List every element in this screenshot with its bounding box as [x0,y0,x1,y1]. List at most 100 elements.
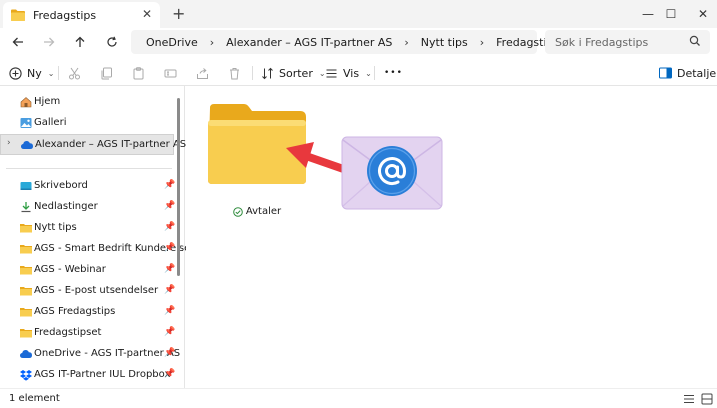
pin-icon[interactable]: 📌 [164,264,175,274]
sidebar-item-alexander[interactable]: › Alexander – AGS IT-partner AS [0,134,186,155]
search-input[interactable]: Søk i Fredagstips [555,36,648,49]
view-button[interactable]: Vis ⌄ [325,64,372,82]
up-button[interactable] [69,32,91,52]
refresh-button[interactable] [101,32,123,52]
tab-title: Fredagstips [33,8,97,22]
share-button[interactable] [196,64,209,82]
sidebar-item-nedlastinger[interactable]: Nedlastinger 📌 [0,197,175,218]
tab-fredagstips[interactable]: Fredagstips ✕ [3,2,160,28]
refresh-icon [107,36,117,47]
chevron-down-icon: ⌄ [47,68,55,78]
sidebar-divider [6,168,172,169]
copy-button[interactable] [100,64,113,82]
sidebar-item-dropbox[interactable]: AGS IT-Partner IUL Dropbox 📌 [0,365,175,386]
folder-icon [20,224,32,233]
new-tab-button[interactable]: + [172,4,185,23]
new-button[interactable]: Ny ⌄ [9,64,54,82]
folder-label: Avtaler [206,206,308,217]
pin-icon[interactable]: 📌 [164,222,175,232]
download-icon [21,202,31,213]
search-box[interactable]: Søk i Fredagstips [545,30,710,54]
title-bar: Fredagstips ✕ + — ☐ ✕ [0,0,717,28]
trash-icon [230,67,239,79]
breadcrumb-alexander[interactable]: Alexander – AGS IT-partner AS [226,36,392,49]
sidebar-item-webinar[interactable]: AGS - Webinar 📌 [0,260,175,281]
sidebar-item-galleri[interactable]: Galleri [0,113,174,134]
paste-button[interactable] [132,64,145,82]
onedrive-cloud-icon [20,350,32,358]
rename-icon [164,69,177,77]
synced-check-icon [233,206,243,217]
folder-icon [20,329,32,338]
view-lines-icon [326,69,337,77]
toolbar-divider [252,66,253,80]
onedrive-cloud-icon [21,141,33,149]
delete-button[interactable] [228,64,241,82]
sidebar-item-onedrive-ags[interactable]: OneDrive - AGS IT-partner AS 📌 [0,344,180,365]
scissors-icon [69,67,80,79]
item-count: 1 element [9,393,60,404]
sidebar-item-smart-bedrift[interactable]: AGS - Smart Bedrift Kundereisen 📌 [0,239,197,260]
chevron-right-icon: › [404,35,409,49]
sidebar-item-ags-fredagstips[interactable]: AGS Fredagstips 📌 [0,302,175,323]
sidebar-item-skrivebord[interactable]: Skrivebord 📌 [0,176,175,197]
folder-icon [20,287,32,296]
sort-label: Sorter [279,66,313,80]
breadcrumb[interactable]: OneDrive › Alexander – AGS IT-partner AS… [131,30,576,54]
email-envelope-icon [341,136,443,210]
more-options-button[interactable]: ••• [384,64,403,82]
command-bar: Ny ⌄ Sorter ⌄ Vis ⌄ ••• Detaljer [0,60,717,86]
sidebar-item-fredagstipset[interactable]: Fredagstipset 📌 [0,323,175,344]
view-label: Vis [343,66,360,80]
rename-button[interactable] [164,64,177,82]
folder-icon [20,266,32,275]
sort-icon [262,67,273,79]
pin-icon[interactable]: 📌 [164,201,175,211]
gallery-icon [20,118,32,128]
sidebar-item-e-post[interactable]: AGS - E-post utsendelser 📌 [0,281,175,302]
chevron-right-icon[interactable]: › [7,138,11,148]
close-tab-icon[interactable]: ✕ [142,7,152,21]
file-list: Avtaler [186,86,717,388]
folder-icon [20,245,32,254]
details-button[interactable]: Detaljer [659,64,717,82]
sidebar-scrollbar[interactable] [177,98,180,276]
pin-icon[interactable]: 📌 [164,243,175,253]
chevron-right-icon: › [479,35,485,49]
folder-name[interactable]: Avtaler [246,206,281,217]
back-button[interactable] [7,32,29,52]
pin-icon[interactable]: 📌 [164,348,175,358]
close-window-button[interactable]: ✕ [680,0,717,28]
sidebar-item-nytt-tips[interactable]: Nytt tips 📌 [0,218,175,239]
share-icon [197,67,208,79]
sort-button[interactable]: Sorter ⌄ [261,64,326,82]
tiles-view-icon[interactable] [701,393,713,405]
toolbar-divider [374,66,375,80]
folder-icon [20,308,32,317]
list-view-icon[interactable] [683,393,695,405]
paste-icon [133,66,144,79]
status-bar: 1 element [0,388,717,408]
address-bar: OneDrive › Alexander – AGS IT-partner AS… [0,28,717,56]
toolbar-divider [58,66,59,80]
details-label: Detaljer [677,66,717,80]
forward-button[interactable] [38,32,60,52]
pin-icon[interactable]: 📌 [164,327,175,337]
dropbox-icon [20,370,32,381]
new-label: Ny [27,66,42,80]
navigation-pane: Hjem Galleri › Alexander – AGS IT-partne… [0,86,197,388]
pin-icon[interactable]: 📌 [164,369,175,379]
pin-icon[interactable]: 📌 [164,306,175,316]
sidebar-item-hjem[interactable]: Hjem [0,92,174,113]
breadcrumb-nytt-tips[interactable]: Nytt tips [421,36,468,49]
desktop-icon [20,182,32,190]
cut-button[interactable] [68,64,81,82]
pin-icon[interactable]: 📌 [164,285,175,295]
breadcrumb-onedrive[interactable]: OneDrive [146,36,198,49]
plus-circle-icon [9,66,22,80]
arrow-up-icon [75,36,85,47]
pin-icon[interactable]: 📌 [164,180,175,190]
search-icon [689,35,700,46]
folder-icon [11,9,25,21]
arrow-right-icon [44,37,55,47]
